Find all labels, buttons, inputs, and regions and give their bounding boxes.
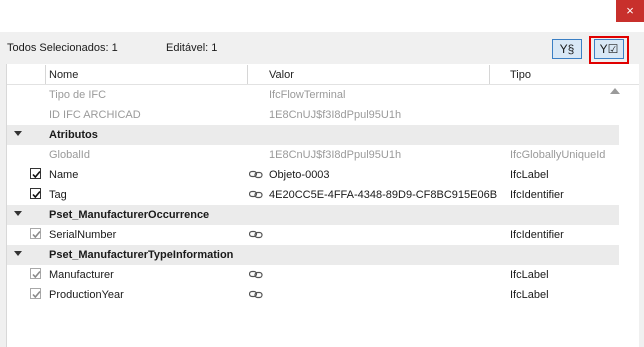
table-row[interactable]: Tag 4E20CC5E-4FFA-4348-89D9-CF8BC915E06B I… — [7, 185, 619, 205]
filter-section-icon: Y§ — [559, 42, 575, 56]
all-selected-count: Todos Selecionados: 1 — [7, 42, 118, 54]
table-row[interactable]: ID IFC ARCHICAD 1E8CnUJ$f3I8dPpul95U1h — [7, 105, 619, 125]
property-type: IfcIdentifier — [510, 189, 564, 201]
property-name: SerialNumber — [49, 229, 117, 241]
property-name: GlobalId — [49, 149, 90, 161]
property-name: ProductionYear — [49, 289, 124, 301]
group-row[interactable]: Pset_ManufacturerOccurrence — [7, 205, 619, 225]
link-icon[interactable] — [248, 270, 263, 279]
group-row[interactable]: Atributos — [7, 125, 619, 145]
property-checkbox[interactable] — [30, 188, 41, 199]
column-header-value[interactable]: Valor — [269, 69, 294, 81]
property-type: IfcIdentifier — [510, 229, 564, 241]
property-name: ID IFC ARCHICAD — [49, 109, 141, 121]
column-separator[interactable] — [45, 65, 46, 84]
property-checkbox[interactable] — [30, 288, 41, 299]
link-icon[interactable] — [248, 170, 263, 179]
property-checkbox[interactable] — [30, 268, 41, 279]
property-name: Name — [49, 169, 79, 181]
table-row[interactable]: ProductionYear IfcLabel — [7, 285, 619, 305]
table-row[interactable]: Name Objeto-0003 IfcLabel — [7, 165, 619, 185]
property-type: IfcGloballyUniqueId — [510, 149, 606, 161]
group-label: Pset_ManufacturerOccurrence — [49, 209, 210, 221]
collapse-triangle-icon[interactable] — [14, 131, 22, 136]
filter-checked-button[interactable]: Y☑ — [594, 39, 624, 59]
property-value: 1E8CnUJ$f3I8dPpul95U1h — [269, 109, 402, 121]
group-label: Atributos — [49, 129, 98, 141]
property-value: IfcFlowTerminal — [269, 89, 346, 101]
property-name: Tipo de IFC — [49, 89, 107, 101]
property-checkbox[interactable] — [30, 228, 41, 239]
title-bar: × — [0, 0, 644, 32]
property-type: IfcLabel — [510, 289, 549, 301]
property-name: Tag — [49, 189, 67, 201]
group-row[interactable]: Pset_ManufacturerTypeInformation — [7, 245, 619, 265]
table-row[interactable]: GlobalId 1E8CnUJ$f3I8dPpul95U1h IfcGloball… — [7, 145, 619, 165]
column-header: Nome Valor Tipo — [7, 64, 639, 85]
filter-ifc-properties-button[interactable]: Y§ — [552, 39, 582, 59]
link-icon[interactable] — [248, 190, 263, 199]
toolbar: Todos Selecionados: 1 Editável: 1 Y§ Y☑ — [0, 32, 644, 64]
properties-tree: Nome Valor Tipo Tipo de IFC IfcFlowTermin… — [6, 64, 639, 347]
column-header-type[interactable]: Tipo — [510, 69, 531, 81]
link-icon[interactable] — [248, 290, 263, 299]
property-checkbox[interactable] — [30, 168, 41, 179]
property-type: IfcLabel — [510, 169, 549, 181]
property-type: IfcLabel — [510, 269, 549, 281]
editable-count: Editável: 1 — [166, 42, 218, 54]
column-header-name[interactable]: Nome — [49, 69, 78, 81]
collapse-triangle-icon[interactable] — [14, 211, 22, 216]
property-value[interactable]: Objeto-0003 — [269, 169, 330, 181]
collapse-triangle-icon[interactable] — [14, 251, 22, 256]
filter-check-icon: Y☑ — [599, 42, 619, 56]
property-name: Manufacturer — [49, 269, 114, 281]
property-value[interactable]: 4E20CC5E-4FFA-4348-89D9-CF8BC915E06B — [269, 189, 497, 201]
close-button[interactable]: × — [616, 0, 644, 22]
table-row[interactable]: SerialNumber IfcIdentifier — [7, 225, 619, 245]
column-separator[interactable] — [247, 65, 248, 84]
close-icon: × — [626, 3, 634, 18]
table-row[interactable]: Manufacturer IfcLabel — [7, 265, 619, 285]
group-label: Pset_ManufacturerTypeInformation — [49, 249, 234, 261]
table-row[interactable]: Tipo de IFC IfcFlowTerminal — [7, 85, 619, 105]
link-icon[interactable] — [248, 230, 263, 239]
column-separator[interactable] — [489, 65, 490, 84]
property-value: 1E8CnUJ$f3I8dPpul95U1h — [269, 149, 402, 161]
